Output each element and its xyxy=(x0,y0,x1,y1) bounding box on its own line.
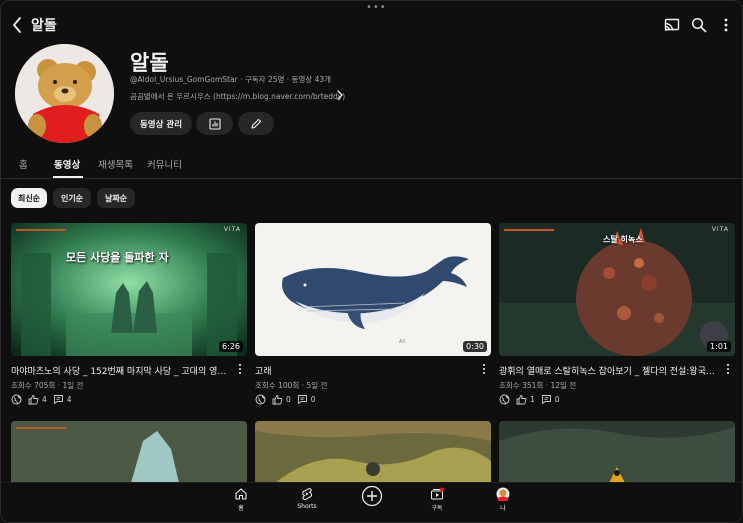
tab-playlists[interactable]: 재생목록 xyxy=(98,157,133,171)
public-globe-icon xyxy=(11,394,22,404)
back-arrow-icon[interactable] xyxy=(9,15,25,35)
channel-description[interactable]: 곰곰별에서 온 우르시우스 (https://m.blog.naver.com/… xyxy=(130,91,345,102)
active-tab-indicator xyxy=(53,176,83,178)
channel-avatar[interactable] xyxy=(15,44,114,143)
comment-count: 0 xyxy=(554,394,560,404)
video-stats: 4 4 xyxy=(11,393,72,405)
thumbnail-whale-image: Ali xyxy=(255,223,491,356)
nav-create[interactable] xyxy=(352,485,392,509)
thumbs-up-icon xyxy=(272,394,283,404)
analytics-icon xyxy=(208,117,221,130)
channel-meta: @Aldol_Ursius_GomGomStar · 구독자 25명 · 동영상… xyxy=(130,74,331,85)
view-count: 조회수 705회 xyxy=(11,381,56,390)
nav-shorts-label: Shorts xyxy=(297,503,317,510)
video-thumbnail-partial[interactable] xyxy=(11,421,247,483)
upload-age: 1일 전 xyxy=(62,381,84,390)
chip-latest[interactable]: 최신순 xyxy=(11,188,47,208)
tab-home[interactable]: 홈 xyxy=(19,157,28,171)
video-meta: 조회수 705회 · 1일 전 xyxy=(11,380,83,391)
nav-you-label: 나 xyxy=(500,505,506,512)
top-bar: 알돌 xyxy=(1,11,742,39)
more-vertical-icon[interactable] xyxy=(725,363,731,375)
public-globe-icon xyxy=(499,394,510,404)
video-meta: 조회수 351회 · 12일 전 xyxy=(499,380,576,391)
comment-icon xyxy=(297,394,307,404)
thumbnail-caption: 모든 사당을 돌파한 자 xyxy=(66,251,169,264)
nav-subscriptions[interactable]: 구독 xyxy=(417,487,457,512)
video-duration: 1:01 xyxy=(707,341,731,352)
nav-home[interactable]: 홈 xyxy=(221,487,261,512)
like-count: 0 xyxy=(286,394,291,404)
chevron-right-icon[interactable] xyxy=(334,89,346,101)
nav-you[interactable]: 나 xyxy=(483,487,523,512)
analytics-button[interactable] xyxy=(196,112,233,135)
chip-popular[interactable]: 인기순 xyxy=(53,188,91,208)
video-stats: 0 0 xyxy=(255,393,316,405)
notification-dot xyxy=(440,487,444,492)
thumbnail-caption: 스탈 히녹스 xyxy=(603,235,643,244)
thumbnail-ice-image xyxy=(11,421,247,483)
video-duration: 6:26 xyxy=(219,341,243,352)
view-count: 조회수 351회 xyxy=(499,381,544,390)
comment-icon xyxy=(541,394,551,404)
public-globe-icon xyxy=(255,394,266,404)
thumbs-up-icon xyxy=(28,394,39,404)
thumbnail-shrine-image xyxy=(11,223,247,356)
video-count: 동영상 43개 xyxy=(291,75,332,84)
edit-channel-button[interactable] xyxy=(238,112,274,135)
video-thumbnail-partial[interactable] xyxy=(499,421,735,483)
channel-handle: @Aldol_Ursius_GomGomStar xyxy=(130,75,238,84)
thumbnail-watermark: VITA xyxy=(711,226,729,233)
video-duration: 0:30 xyxy=(463,341,487,352)
thumbnail-forest-image xyxy=(499,421,735,483)
view-count: 조회수 100회 xyxy=(255,381,300,390)
video-meta: 조회수 100회 · 5일 전 xyxy=(255,380,327,391)
thumbs-up-icon xyxy=(516,394,527,404)
profile-avatar xyxy=(496,487,510,501)
app-window: ••• 알돌 알돌 @Aldol_Ursius_GomGomStar · 구독자… xyxy=(0,0,743,523)
shorts-icon xyxy=(302,487,313,501)
channel-name: 알돌 xyxy=(130,51,169,75)
tab-videos[interactable]: 동영상 xyxy=(54,157,80,171)
nav-shorts[interactable]: Shorts xyxy=(287,487,327,510)
search-icon[interactable] xyxy=(690,16,708,34)
manage-videos-button[interactable]: 동영상 관리 xyxy=(130,112,192,135)
thumbnail-watermark: VITA xyxy=(223,226,241,233)
like-count: 1 xyxy=(530,394,535,404)
create-plus-icon xyxy=(361,485,383,507)
home-icon xyxy=(235,488,247,500)
upload-age: 12일 전 xyxy=(550,381,577,390)
thumbnail-cave-image xyxy=(255,421,491,483)
bottom-navigation: 홈 Shorts 구독 나 xyxy=(1,482,742,522)
video-title[interactable]: 마야마츠노의 사당 _ 152번째 마지막 사당 _ 고대의 영웅들 _ 젤다의… xyxy=(11,364,229,377)
subscriptions-icon xyxy=(431,487,444,500)
upload-age: 5일 전 xyxy=(306,381,328,390)
top-bar-title: 알돌 xyxy=(31,18,57,34)
video-thumbnail-partial[interactable] xyxy=(255,421,491,483)
video-thumbnail[interactable]: VITA 스탈 히녹스 1:01 xyxy=(499,223,735,356)
video-thumbnail[interactable]: Ali 0:30 xyxy=(255,223,491,356)
video-title[interactable]: 광휘의 열매로 스탈히녹스 잡아보기 _ 젤다의 전설:왕국의 눈물 xyxy=(499,364,717,377)
comment-icon xyxy=(53,394,63,404)
comment-count: 0 xyxy=(310,394,316,404)
tab-community[interactable]: 커뮤니티 xyxy=(147,157,182,171)
teddy-bear-avatar-image xyxy=(15,44,114,143)
pencil-icon xyxy=(251,118,262,129)
subscriber-count: 구독자 25명 xyxy=(244,75,285,84)
chip-oldest[interactable]: 날짜순 xyxy=(97,188,135,208)
video-thumbnail[interactable]: VITA 모든 사당을 돌파한 자 6:26 xyxy=(11,223,247,356)
more-vertical-icon[interactable] xyxy=(237,363,243,375)
video-title[interactable]: 고래 xyxy=(255,364,473,377)
nav-home-label: 홈 xyxy=(238,505,244,512)
more-vertical-icon[interactable] xyxy=(481,363,487,375)
like-count: 4 xyxy=(42,394,47,404)
more-vertical-icon[interactable] xyxy=(717,16,735,34)
thumbnail-signature: Ali xyxy=(399,339,405,345)
video-stats: 1 0 xyxy=(499,393,560,405)
nav-subscriptions-label: 구독 xyxy=(431,505,443,512)
cast-icon[interactable] xyxy=(663,16,681,34)
comment-count: 4 xyxy=(66,394,72,404)
channel-tabs: 홈 동영상 재생목록 커뮤니티 xyxy=(1,151,742,179)
